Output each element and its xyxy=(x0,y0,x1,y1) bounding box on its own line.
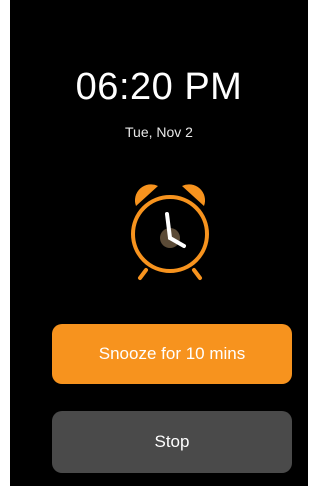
snooze-button[interactable]: Snooze for 10 mins xyxy=(52,324,292,384)
alarm-date: Tue, Nov 2 xyxy=(125,124,193,140)
alarm-clock-icon xyxy=(131,184,209,280)
alarm-screen: 06:20 PM Tue, Nov 2 Snooze for 10 mins S… xyxy=(10,0,308,486)
stop-button[interactable]: Stop xyxy=(52,411,292,473)
alarm-time: 06:20 PM xyxy=(75,66,243,108)
